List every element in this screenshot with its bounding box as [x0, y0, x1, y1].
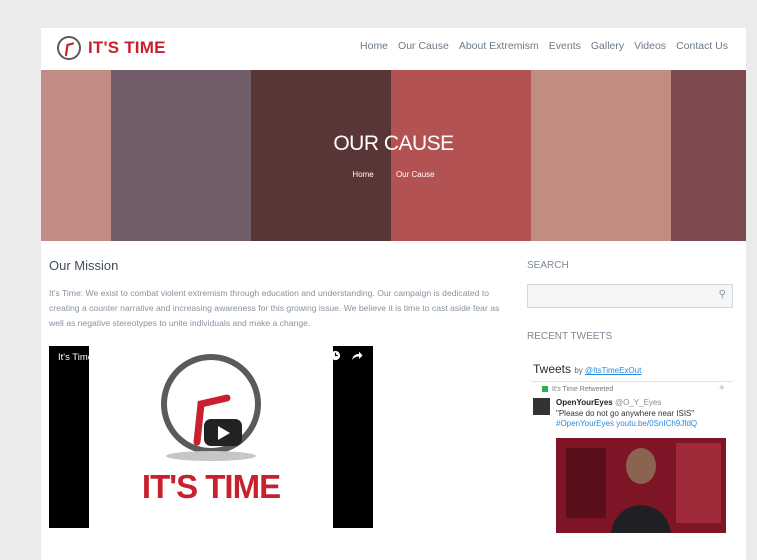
tweets-divider	[531, 381, 733, 382]
retweet-label: It's Time Retweeted	[542, 386, 613, 393]
video-brand-text: IT'S TIME	[141, 468, 281, 505]
tweet-author-name[interactable]: OpenYourEyes	[556, 398, 613, 407]
video-title[interactable]: It's Time: ExOut Extremism	[58, 352, 172, 363]
video-tools	[330, 350, 363, 361]
tweet-text: "Please do not go anywhere near ISIS"	[556, 409, 695, 418]
nav-home[interactable]: Home	[360, 40, 388, 52]
search-input[interactable]: ⚲	[527, 284, 733, 308]
hero-banner: OUR CAUSE Home Our Cause	[41, 70, 746, 241]
tweet-link[interactable]: #OpenYourEyes youtu.be/0SnICh9JfdQ	[556, 419, 697, 428]
twitter-bird-icon[interactable]: ✦	[718, 383, 726, 394]
tweets-title: Tweets by @ItsTimeExOut	[533, 362, 641, 376]
nav-contact-us[interactable]: Contact Us	[676, 40, 728, 52]
page: IT'S TIME Home Our Cause About Extremism…	[41, 28, 746, 560]
breadcrumb-current: Our Cause	[395, 170, 435, 179]
tweet-author[interactable]: OpenYourEyes @O_Y_Eyes	[556, 398, 661, 407]
search-label: SEARCH	[527, 260, 569, 271]
video-player[interactable]: IT'S TIME It's Time: ExOut Extremism	[49, 346, 373, 528]
video-thumbnail: IT'S TIME	[89, 346, 333, 528]
nav-about-extremism[interactable]: About Extremism	[459, 40, 539, 52]
share-icon[interactable]	[351, 350, 363, 361]
logo-text: IT'S TIME	[88, 38, 166, 57]
mission-title: Our Mission	[49, 258, 119, 273]
tweets-heading: Tweets	[533, 362, 572, 376]
hero-title: OUR CAUSE	[333, 132, 454, 155]
breadcrumb: Home Our Cause	[41, 170, 746, 179]
logo-clock-icon	[57, 36, 81, 60]
mission-text: It's Time: We exist to combat violent ex…	[49, 288, 500, 328]
tweet-media[interactable]	[556, 438, 726, 533]
clock-icon[interactable]	[330, 350, 341, 361]
tweet-author-handle[interactable]: @O_Y_Eyes	[615, 398, 661, 407]
tweets-by: by	[574, 366, 583, 375]
main-nav: Home Our Cause About Extremism Events Ga…	[360, 40, 728, 52]
nav-gallery[interactable]: Gallery	[591, 40, 624, 52]
avatar[interactable]	[533, 398, 550, 415]
retweet-text: It's Time Retweeted	[552, 386, 614, 393]
breadcrumb-home[interactable]: Home	[352, 170, 373, 179]
site-header: IT'S TIME Home Our Cause About Extremism…	[41, 28, 746, 70]
retweet-icon	[542, 386, 548, 393]
nav-events[interactable]: Events	[549, 40, 581, 52]
play-icon[interactable]	[204, 419, 242, 446]
search-icon[interactable]: ⚲	[719, 289, 726, 300]
nav-videos[interactable]: Videos	[634, 40, 666, 52]
tweets-handle-link[interactable]: @ItsTimeExOut	[585, 366, 641, 375]
recent-tweets-label: RECENT TWEETS	[527, 331, 613, 342]
nav-our-cause[interactable]: Our Cause	[398, 40, 449, 52]
site-logo[interactable]: IT'S TIME	[56, 33, 166, 63]
tweet-media-image	[556, 438, 726, 533]
